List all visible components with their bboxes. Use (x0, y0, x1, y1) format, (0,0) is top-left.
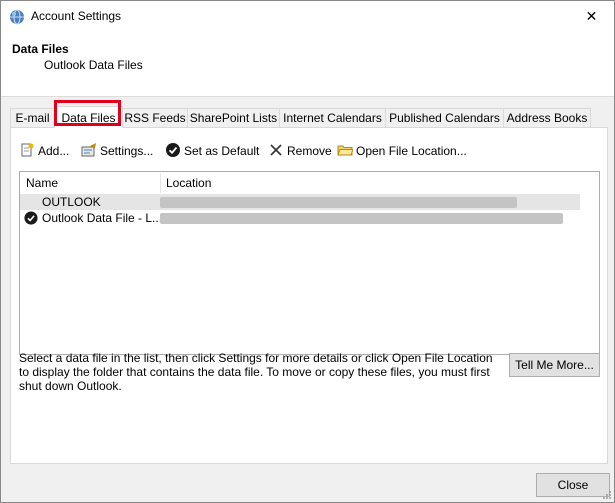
default-check-icon (24, 211, 38, 225)
column-header-name[interactable]: Name (26, 172, 58, 194)
check-circle-icon (166, 143, 180, 157)
data-file-list[interactable]: Name Location OUTLOOK Outlook Data File … (19, 171, 600, 355)
window-close-button[interactable]: ✕ (569, 1, 614, 32)
header-subtitle: Outlook Data Files (44, 58, 143, 72)
header-title: Data Files (12, 42, 69, 56)
close-button[interactable]: Close (536, 473, 610, 497)
tab-address-books[interactable]: Address Books (503, 108, 591, 127)
account-settings-window: Account Settings ✕ Data Files Outlook Da… (0, 0, 615, 503)
tab-email[interactable]: E-mail (10, 108, 55, 127)
close-icon: ✕ (585, 8, 598, 24)
dialog-header: Data Files Outlook Data Files (1, 32, 614, 97)
column-separator (160, 173, 161, 193)
title-bar: Account Settings ✕ (1, 1, 614, 32)
list-item-name: Outlook Data File - L... (42, 211, 163, 225)
add-file-icon (21, 143, 34, 157)
tab-rss-feeds[interactable]: RSS Feeds (122, 108, 188, 127)
column-header-location[interactable]: Location (166, 172, 211, 194)
list-item[interactable]: Outlook Data File - L... (20, 210, 580, 226)
window-title: Account Settings (31, 9, 122, 23)
remove-x-icon (270, 144, 282, 156)
list-item-location-redacted (160, 197, 517, 208)
folder-icon (337, 145, 353, 156)
tab-published-calendars[interactable]: Published Calendars (385, 108, 504, 127)
set-as-default-button[interactable]: Set as Default (165, 142, 259, 160)
tab-highlight-box (54, 100, 121, 126)
add-button[interactable]: Add... (19, 142, 69, 160)
data-files-panel: Add... Settings... Set as Default Remove… (10, 127, 608, 464)
open-file-location-button[interactable]: Open File Location... (337, 142, 467, 160)
resize-grip-icon[interactable] (602, 490, 612, 500)
tell-me-more-button[interactable]: Tell Me More... (509, 353, 600, 377)
list-item-location-redacted (160, 213, 563, 224)
tab-internet-calendars[interactable]: Internet Calendars (279, 108, 386, 127)
list-item[interactable]: OUTLOOK (20, 194, 580, 210)
settings-button[interactable]: Settings... (81, 142, 153, 160)
help-text: Select a data file in the list, then cli… (19, 351, 493, 393)
list-item-name: OUTLOOK (42, 195, 101, 209)
globe-icon (10, 9, 24, 25)
settings-icon (81, 143, 96, 157)
remove-button[interactable]: Remove (268, 142, 332, 160)
tab-sharepoint-lists[interactable]: SharePoint Lists (187, 108, 280, 127)
